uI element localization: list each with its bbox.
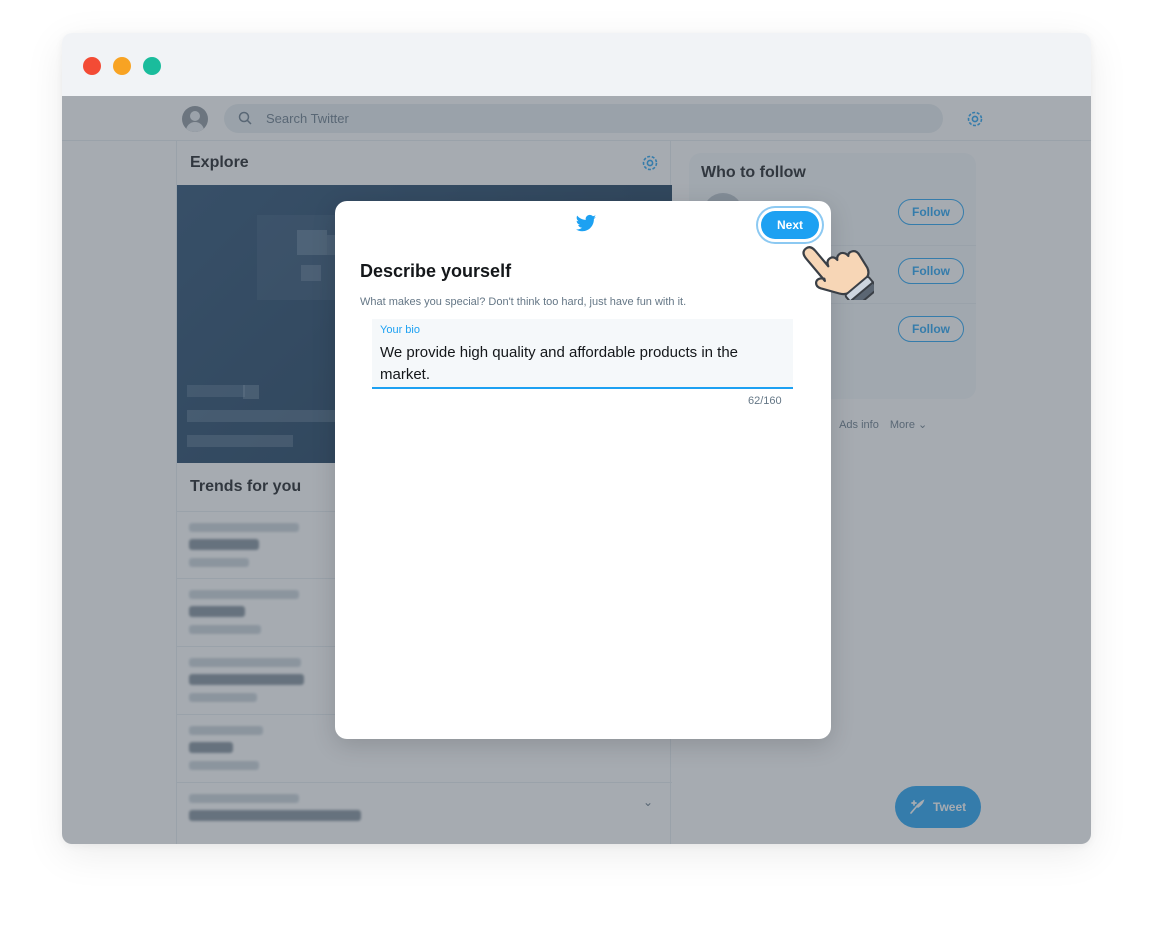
dialog-title: Describe yourself	[360, 261, 512, 281]
twitter-app: Search Twitter Explore	[62, 96, 1091, 844]
pointing-hand-icon	[802, 246, 874, 300]
minimize-window-button[interactable]	[113, 57, 131, 75]
twitter-logo-icon	[575, 214, 597, 232]
bio-field-label: Your bio	[380, 324, 420, 336]
window-titlebar	[62, 33, 1091, 96]
bio-field-value[interactable]: We provide high quality and affordable p…	[380, 342, 780, 386]
dialog-subtitle: What makes you special? Don't think too …	[360, 296, 687, 308]
character-counter: 62/160	[748, 395, 782, 407]
bio-dialog: Next Describe yourself What makes you sp…	[335, 201, 831, 739]
close-window-button[interactable]	[83, 57, 101, 75]
bio-field[interactable]: Your bio We provide high quality and aff…	[372, 319, 793, 389]
maximize-window-button[interactable]	[143, 57, 161, 75]
browser-window: Search Twitter Explore	[62, 33, 1091, 844]
